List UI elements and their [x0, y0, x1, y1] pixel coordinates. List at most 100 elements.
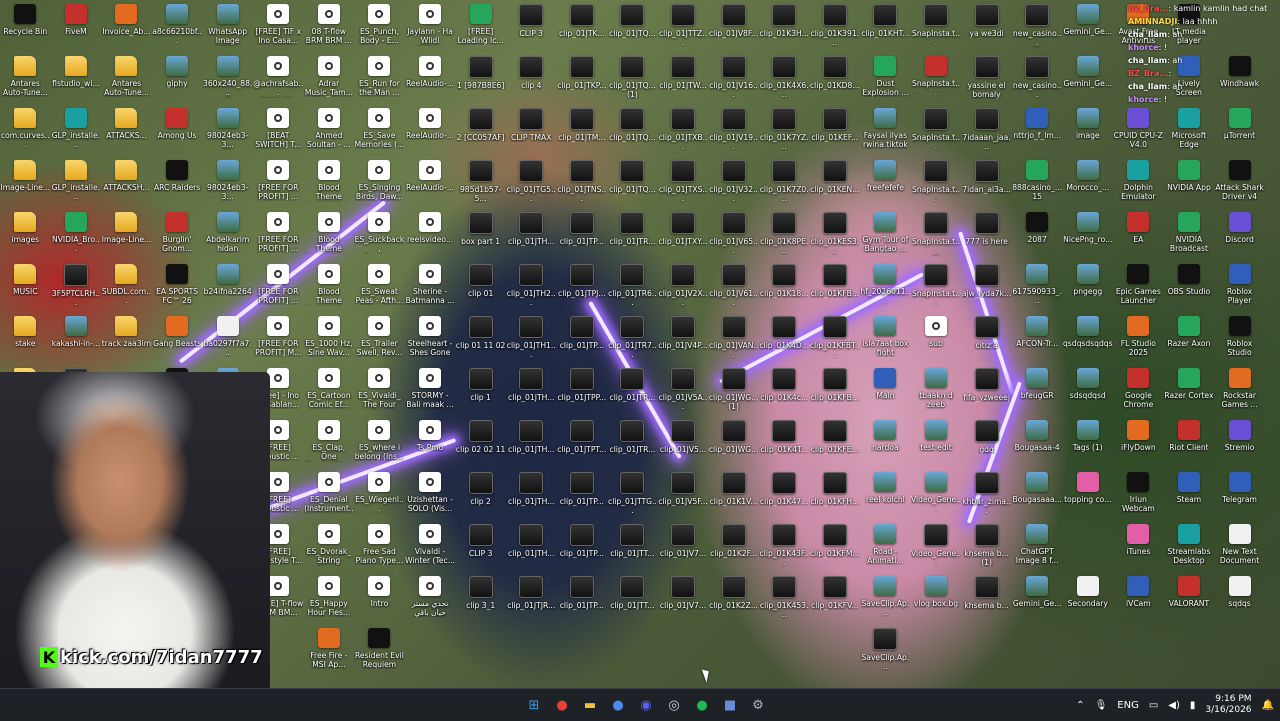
desktop-icon[interactable]: 7idan_al3a... — [961, 156, 1012, 208]
desktop-icon[interactable]: clip_01KFB... — [810, 260, 861, 312]
desktop-icon[interactable]: giphy — [152, 52, 203, 104]
desktop-icon[interactable]: Faysal ilyas rwina tiktok — [860, 104, 911, 156]
desktop-icon[interactable]: clip_01JTH... — [506, 416, 557, 468]
desktop-icon[interactable]: clip_01JV61... — [708, 260, 759, 312]
desktop-icon[interactable]: Telegram — [1214, 468, 1265, 520]
desktop-icon[interactable]: khsema b... (1) — [961, 520, 1012, 572]
desktop-icon[interactable]: clip_01K43F... — [759, 520, 810, 572]
desktop-icon[interactable]: track zaa3im — [101, 312, 152, 364]
desktop-icon[interactable]: clip_01JTXS... — [658, 156, 709, 208]
desktop-icon[interactable]: Razer Axon — [1164, 312, 1215, 364]
desktop-icon[interactable]: clip_01JTT... — [607, 572, 658, 624]
desktop-icon[interactable]: Morocco_... — [1062, 156, 1113, 208]
desktop-icon[interactable]: 888casino_... 15 — [1012, 156, 1063, 208]
desktop-icon[interactable]: 3F5PTCLRH... — [51, 260, 102, 312]
chrome-icon[interactable]: ● — [550, 693, 574, 717]
desktop-icon[interactable]: Ts Pmo — [405, 416, 456, 468]
desktop-icon[interactable]: clip_01JV2X... — [658, 260, 709, 312]
desktop-icon[interactable]: b24ifna2264 — [202, 260, 253, 312]
desktop-icon[interactable]: EA — [1113, 208, 1164, 260]
desktop-icon[interactable]: ES_Save Memories (... — [354, 104, 405, 156]
desktop-icon[interactable]: clip_01JTTZ... — [658, 0, 709, 52]
desktop-icon[interactable]: Iriun Webcam — [1113, 468, 1164, 520]
desktop-icon[interactable]: Rockstar Games ... — [1214, 364, 1265, 416]
desktop-icon[interactable]: Blood Theme (Instrument... — [304, 156, 355, 208]
desktop-icon[interactable]: Secondary — [1062, 572, 1113, 624]
desktop-icon[interactable]: SnapInsta.t... — [911, 260, 962, 312]
desktop-icon[interactable]: clip_01JTKP... — [557, 52, 608, 104]
desktop-icon[interactable]: clip 1 — [455, 364, 506, 416]
desktop-icon[interactable]: clip_01K4c... — [759, 364, 810, 416]
desktop-icon[interactable]: clip_01KFB... — [810, 364, 861, 416]
desktop-icon[interactable]: clip_01KFV... — [810, 572, 861, 624]
desktop-icon[interactable]: citiz'a — [961, 312, 1012, 364]
discord-icon[interactable]: ◉ — [634, 693, 658, 717]
desktop-icon[interactable]: CPUID CPU-Z V4.0 — [1113, 104, 1164, 156]
desktop-icon[interactable]: clip_01JTR... — [607, 364, 658, 416]
desktop-icon[interactable]: clip 02 02 11 — [455, 416, 506, 468]
desktop-icon[interactable]: clip_01JTPJ... — [557, 260, 608, 312]
desktop-icon[interactable]: SnapInsta.t... (1) — [911, 208, 962, 260]
desktop-icon[interactable]: tbaakn d zeeb — [911, 364, 962, 416]
desktop-icon[interactable]: pngegg — [1062, 260, 1113, 312]
desktop-icon[interactable]: clip_01JTW... — [658, 52, 709, 104]
desktop-icon[interactable]: clip_01JWG... (1) — [708, 364, 759, 416]
desktop-icon[interactable]: 360x240_88... 3 — [202, 52, 253, 104]
desktop-icon[interactable]: 98024eb3-3... — [202, 156, 253, 208]
desktop-icon[interactable]: ES_Trailer Swell, Rev... — [354, 312, 405, 364]
desktop-icon[interactable]: Avast Free Antivirus — [1113, 0, 1164, 52]
desktop-icon[interactable]: clip_01K47... — [759, 468, 810, 520]
desktop-icon[interactable]: Microsoft Edge — [1164, 104, 1215, 156]
desktop-icon[interactable]: clip_01JV7... — [658, 572, 709, 624]
desktop-icon[interactable]: clip_01JTR... — [607, 416, 658, 468]
system-clock[interactable]: 9:16 PM 3/16/2026 — [1205, 694, 1251, 716]
desktop-icon[interactable]: clip_01JTT... — [607, 520, 658, 572]
desktop-icon[interactable]: NVIDIA App — [1164, 156, 1215, 208]
desktop-icon[interactable]: 777 is here — [961, 208, 1012, 260]
desktop-icon[interactable]: clip_01JTH... — [506, 208, 557, 260]
desktop-icon[interactable]: clip_01KFH... — [810, 468, 861, 520]
desktop-icon[interactable]: SnapInsta.t... — [911, 52, 962, 104]
desktop-icon[interactable]: ATTACKSH... — [101, 156, 152, 208]
battery-icon[interactable]: ▮ — [1190, 700, 1196, 711]
desktop-icon[interactable]: clip_01JV32... — [708, 156, 759, 208]
desktop-icon[interactable]: clip_01JTXB... — [658, 104, 709, 156]
desktop-icon[interactable]: ajw_iyda7k... — [961, 260, 1012, 312]
desktop-icon[interactable]: Blood Theme (Instrument... — [304, 208, 355, 260]
desktop-icon[interactable]: 2 [CC057AF] — [455, 104, 506, 156]
desktop-icon[interactable]: clip_01K8PE... — [759, 208, 810, 260]
desktop-icon[interactable]: clip_01JTH... — [506, 520, 557, 572]
desktop-icon[interactable]: ReelAudio-... — [405, 156, 456, 208]
desktop-icon[interactable]: Google Chrome — [1113, 364, 1164, 416]
desktop-icon[interactable]: clip_01JV5A... — [658, 364, 709, 416]
desktop-icon[interactable]: LT media player — [1164, 0, 1215, 52]
desktop-icon[interactable]: clip_01JTK... — [557, 0, 608, 52]
desktop-icon[interactable]: clip_01KHT... — [860, 0, 911, 52]
desktop-icon[interactable]: Discord — [1214, 208, 1265, 260]
desktop-icon[interactable]: bfeugGR — [1012, 364, 1063, 416]
desktop-icon[interactable]: vlog box.bg — [911, 572, 962, 624]
desktop-icon[interactable]: 1 [987B8E6] — [455, 52, 506, 104]
desktop-icon[interactable]: images — [0, 208, 51, 260]
desktop-icon[interactable]: Stremio — [1214, 416, 1265, 468]
desktop-icon[interactable]: ES_Dvorak_ String Quar... — [304, 520, 355, 572]
network-icon[interactable]: ▭ — [1149, 700, 1158, 711]
desktop-icon[interactable]: clip_01JTH... — [506, 468, 557, 520]
desktop-icon[interactable]: clip_01JTQ... — [607, 0, 658, 52]
desktop-icon[interactable]: ES_Punch, Body - E... — [354, 0, 405, 52]
desktop-icon[interactable]: GLP_installe... — [51, 156, 102, 208]
desktop-icon[interactable]: Main — [860, 364, 911, 416]
desktop-icon[interactable]: Steam — [1164, 468, 1215, 520]
desktop-icon[interactable]: ES_Wiegenl... (Lullaby), ... — [354, 468, 405, 520]
desktop-icon[interactable]: CLIP 3 — [506, 0, 557, 52]
desktop-icon[interactable]: Recycle Bin — [0, 0, 51, 52]
desktop-icon[interactable]: CLIP TMAX — [506, 104, 557, 156]
desktop-icon[interactable]: sqdqs — [1214, 572, 1265, 624]
desktop-icon[interactable]: flstudio_wi... — [51, 52, 102, 104]
desktop-icon[interactable]: ES_Denial (Instrument... — [304, 468, 355, 520]
desktop-icon[interactable]: ba0297f7a7... — [202, 312, 253, 364]
desktop-icon[interactable]: ES_Run for the Man ... — [354, 52, 405, 104]
desktop-icon[interactable]: clip_01JV16... — [708, 52, 759, 104]
desktop-icon[interactable]: Tags (1) — [1062, 416, 1113, 468]
desktop-icon[interactable]: Adrar Music_Tam... — [304, 52, 355, 104]
